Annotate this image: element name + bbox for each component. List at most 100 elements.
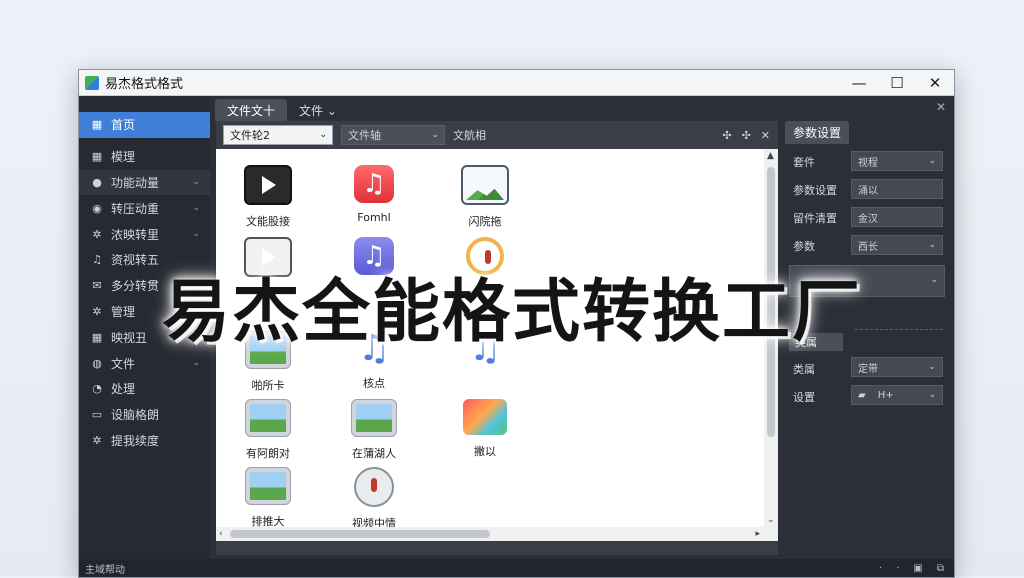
param-select[interactable]: 西长 ⌄	[851, 235, 943, 255]
scroll-right-icon[interactable]: ▸	[755, 529, 760, 539]
music-app-icon: ♫	[354, 165, 394, 203]
settings-icon[interactable]: ✣	[722, 129, 731, 142]
sidebar-item-label: 功能动量	[111, 175, 160, 190]
minimize-button[interactable]: —	[840, 70, 878, 95]
param-label: 参数	[793, 240, 815, 253]
close-icon[interactable]: ✕	[761, 129, 770, 142]
image-icon: ▰	[858, 389, 866, 401]
param-value: 涌以	[858, 185, 878, 197]
scroll-left-icon[interactable]: ‹	[219, 529, 223, 539]
folder-icon: ▭	[91, 408, 103, 422]
param-value: 视程	[858, 157, 878, 169]
horizontal-scrollbar[interactable]: ‹ ▸	[216, 527, 764, 541]
sidebar-item-label: 浓映转里	[111, 227, 160, 242]
save-icon[interactable]: ▣	[913, 563, 922, 574]
chevron-down-icon: ⌄	[319, 130, 327, 140]
sidebar-item-3[interactable]: ◉ 转压动重 ⌄	[79, 195, 210, 221]
param-select[interactable]: 视程 ⌄	[851, 151, 943, 171]
file-item[interactable]: 文能股接	[218, 165, 318, 229]
scroll-up-icon[interactable]: ▲	[767, 151, 774, 161]
chevron-down-icon: ⌄	[928, 156, 936, 166]
filter-select[interactable]: 文件轴 ⌄	[341, 125, 445, 145]
file-item[interactable]: 闪院拖	[435, 165, 535, 229]
clock-icon: ◔	[92, 382, 102, 396]
file-item[interactable]: 在蒲湖人	[324, 399, 424, 461]
sidebar-item-11[interactable]: ▭ 设脑格朗	[79, 402, 210, 428]
app-logo-icon	[85, 75, 99, 90]
param-select[interactable]: ▰ H+ ⌄	[851, 385, 943, 405]
file-item[interactable]: 视频中情	[324, 467, 424, 531]
file-label: 在蒲湖人	[352, 447, 396, 460]
param-field[interactable]: 金汉	[851, 207, 943, 227]
folder-select-value: 文件轮2	[230, 129, 270, 142]
file-label: 撇以	[474, 445, 496, 458]
toolbar-label: 文航相	[453, 129, 486, 142]
image-file-icon	[461, 165, 509, 205]
title-bar: 易杰格式格式 — ☐ ✕	[79, 70, 954, 96]
video-file-icon	[244, 165, 292, 205]
sidebar-item-label: 提我续度	[111, 433, 160, 448]
param-label: 设置	[793, 391, 815, 404]
indicator-icon: ·	[896, 562, 900, 574]
sidebar-item-1[interactable]: ▦ 模理	[79, 144, 210, 170]
panel-toolbar: 文件轮2 ⌄ 文件轴 ⌄ 文航相 ✣ ✣ ✕	[216, 121, 778, 149]
param-select[interactable]: 定带 ⌄	[851, 357, 943, 377]
folder-select[interactable]: 文件轮2 ⌄	[223, 125, 333, 145]
sidebar-item-2[interactable]: ● 功能动量 ⌄	[79, 169, 210, 196]
photos-app-icon	[463, 399, 507, 435]
chevron-down-icon: ⌄	[192, 203, 200, 214]
file-item[interactable]: 有阿朗对	[218, 399, 318, 461]
chevron-down-icon: ⌄	[192, 229, 200, 240]
file-label: 闪院拖	[468, 215, 502, 228]
sidebar-item-home[interactable]: ▦ 首页	[79, 112, 210, 138]
settings-alt-icon[interactable]: ✣	[742, 129, 751, 142]
param-field[interactable]: 涌以	[851, 179, 943, 199]
param-value: 金汉	[858, 213, 878, 225]
layout-icon[interactable]: ⧉	[937, 563, 944, 574]
param-value: 西长	[858, 241, 878, 253]
image-file-icon	[351, 399, 397, 437]
param-label: 参数设置	[793, 184, 837, 197]
overlay-title: 易杰全能格式转换工厂	[161, 273, 862, 352]
param-label: 套件	[793, 156, 815, 169]
user-icon: ●	[92, 175, 102, 189]
sidebar-item-4[interactable]: ✲ 浓映转里 ⌄	[79, 221, 210, 247]
sidebar-item-label: 模理	[111, 150, 136, 165]
close-button[interactable]: ✕	[916, 70, 954, 95]
main-tabs: 文件文十 文件 ⌄	[215, 96, 915, 121]
file-label: 啪所卡	[251, 379, 285, 392]
param-label: 类属	[793, 363, 815, 376]
status-text: 主域帮动	[85, 564, 125, 576]
circle-icon: ◉	[92, 201, 102, 215]
compass-icon	[354, 467, 394, 507]
dot-icon: ·	[879, 562, 883, 574]
chevron-down-icon: ⌄	[928, 240, 936, 250]
file-item[interactable]: 撇以	[435, 399, 535, 459]
close-panel-icon[interactable]: ✕	[936, 100, 946, 114]
maximize-button[interactable]: ☐	[878, 70, 916, 95]
tab-parameters[interactable]: 参数设置	[785, 121, 850, 144]
image-file-icon	[245, 399, 291, 437]
chevron-down-icon: ⌄	[928, 390, 936, 400]
file-label: 文能股接	[246, 215, 290, 228]
sidebar-item-10[interactable]: ◔ 处理	[79, 376, 210, 402]
horizontal-scroll-thumb[interactable]	[230, 530, 490, 538]
scroll-down-icon[interactable]: ⌄	[767, 515, 775, 525]
chat-icon: ◍	[92, 356, 102, 370]
tab-files[interactable]: 文件文十	[215, 99, 288, 121]
chevron-down-icon: ⌄	[192, 358, 200, 369]
file-label: 核点	[363, 377, 385, 390]
file-item[interactable]: ♫ Fomhl	[324, 165, 424, 224]
file-item[interactable]: 排推大	[218, 467, 318, 529]
image-file-icon	[245, 467, 291, 505]
sidebar-item-label: 设脑格朗	[111, 408, 160, 423]
gear-icon: ✲	[92, 227, 102, 241]
chevron-down-icon: ⌄	[431, 130, 439, 140]
sidebar-item-label: 转压动重	[111, 201, 160, 216]
grid-icon: ▦	[91, 118, 103, 132]
sidebar-item-12[interactable]: ✲ 提我续度	[79, 428, 210, 454]
window-controls: — ☐ ✕	[840, 70, 954, 95]
tab-file-menu[interactable]: 文件 ⌄	[287, 99, 349, 121]
param-value: H+	[877, 389, 894, 401]
chevron-down-icon: ⌄	[928, 362, 936, 372]
